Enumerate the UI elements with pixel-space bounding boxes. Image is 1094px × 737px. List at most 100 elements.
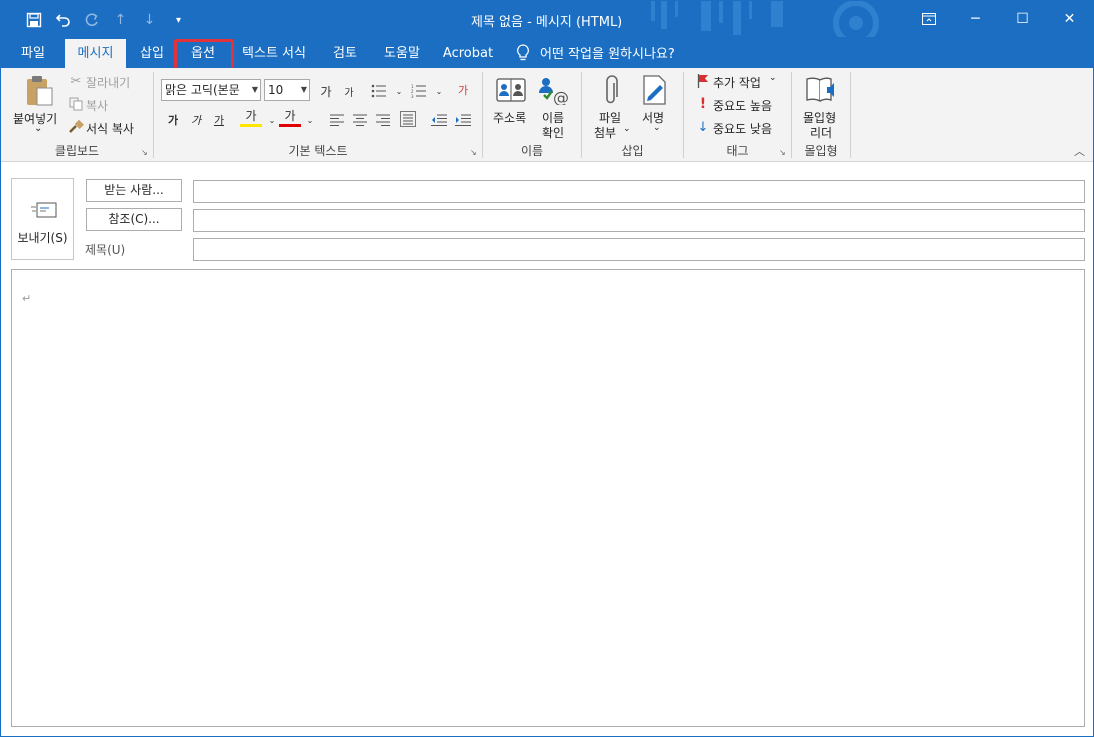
clipboard-launcher-icon[interactable]: ↘ bbox=[141, 148, 151, 158]
tags-launcher-icon[interactable]: ↘ bbox=[779, 148, 789, 158]
follow-up-button[interactable]: 추가 작업 bbox=[713, 74, 761, 91]
title-bar: ↑ ↓ ▾ 제목 없음 - 메시지 (HTML) ─ ☐ ✕ bbox=[1, 1, 1093, 46]
format-painter-button[interactable]: 서식 복사 bbox=[86, 120, 134, 137]
tab-message[interactable]: 메시지 bbox=[65, 39, 126, 68]
font-size-combo[interactable]: 10 ▼ bbox=[264, 79, 310, 101]
increase-indent-icon[interactable] bbox=[452, 109, 474, 131]
attach-dropdown-icon[interactable]: ⌄ bbox=[623, 124, 631, 134]
group-basic-text: 맑은 고딕(본문 ▼ 10 ▼ 가 가 ⌄ 123 ⌄ 가 가 가 가 가 ⌄ … bbox=[154, 68, 482, 162]
send-label: 보내기(S) bbox=[17, 231, 68, 245]
copy-icon bbox=[68, 96, 84, 112]
check-names-icon: @ bbox=[537, 74, 569, 106]
subject-label: 제목(U) bbox=[85, 243, 126, 257]
grow-font-button[interactable]: 가 bbox=[315, 80, 337, 102]
high-importance-icon: ! bbox=[699, 96, 707, 112]
collapse-ribbon-icon[interactable]: ︿ bbox=[1074, 143, 1085, 159]
low-importance-button[interactable]: 중요도 낮음 bbox=[713, 120, 772, 137]
group-separator bbox=[850, 72, 851, 158]
numbering-dropdown-icon[interactable]: ⌄ bbox=[428, 80, 450, 102]
minimize-button[interactable]: ─ bbox=[952, 1, 999, 37]
attach-file-button-line2[interactable]: 첨부 bbox=[594, 124, 616, 141]
group-names: 주소록 @ 이름 확인 이름 bbox=[483, 68, 581, 162]
format-painter-icon bbox=[68, 119, 84, 135]
immersive-reader-button-line2[interactable]: 리더 bbox=[810, 124, 832, 141]
tell-me-box[interactable]: 어떤 작업을 원하시나요? bbox=[516, 37, 675, 68]
undo-icon[interactable] bbox=[48, 9, 77, 31]
cut-button[interactable]: 잘라내기 bbox=[86, 74, 130, 91]
tell-me-text: 어떤 작업을 원하시나요? bbox=[540, 47, 675, 62]
font-size-value: 10 bbox=[268, 83, 284, 97]
paste-icon[interactable] bbox=[21, 74, 57, 108]
save-icon[interactable] bbox=[19, 9, 48, 31]
close-button[interactable]: ✕ bbox=[1046, 1, 1093, 37]
group-label-basic-text: 기본 텍스트 bbox=[288, 144, 348, 158]
underline-button[interactable]: 가 bbox=[208, 109, 230, 131]
tab-file[interactable]: 파일 bbox=[9, 39, 57, 68]
ribbon-message: 붙여넣기 ⌄ ✂ 잘라내기 복사 서식 복사 클립보드 ↘ 맑은 고딕(본문 ▼… bbox=[1, 68, 1093, 162]
window-controls: ─ ☐ ✕ bbox=[905, 1, 1093, 37]
align-right-icon[interactable] bbox=[372, 109, 394, 131]
svg-text:3: 3 bbox=[411, 94, 414, 98]
highlight-color-button[interactable]: 가 bbox=[240, 107, 262, 127]
high-importance-button[interactable]: 중요도 높음 bbox=[713, 97, 772, 114]
send-button[interactable]: 보내기(S) bbox=[11, 178, 74, 260]
group-clipboard: 붙여넣기 ⌄ ✂ 잘라내기 복사 서식 복사 클립보드 ↘ bbox=[1, 68, 153, 162]
customize-qat-icon[interactable]: ▾ bbox=[164, 9, 193, 31]
italic-button[interactable]: 가 bbox=[185, 109, 207, 131]
maximize-button[interactable]: ☐ bbox=[999, 1, 1046, 37]
to-button[interactable]: 받는 사람... bbox=[86, 179, 182, 202]
shrink-font-button[interactable]: 가 bbox=[338, 80, 360, 102]
subject-field[interactable] bbox=[193, 238, 1085, 261]
address-book-icon bbox=[495, 75, 527, 105]
follow-up-dropdown-icon[interactable]: ⌄ bbox=[769, 73, 777, 83]
signature-icon bbox=[640, 74, 670, 106]
basic-text-launcher-icon[interactable]: ↘ bbox=[470, 148, 480, 158]
redo-icon[interactable] bbox=[77, 9, 106, 31]
decrease-indent-icon[interactable] bbox=[428, 109, 450, 131]
immersive-reader-icon bbox=[804, 75, 838, 105]
paragraph-mark: ↵ bbox=[22, 292, 32, 305]
clear-formatting-button[interactable]: 가 bbox=[452, 79, 474, 101]
chevron-down-icon: ▼ bbox=[251, 85, 258, 94]
group-label-clipboard: 클립보드 bbox=[54, 144, 100, 158]
address-book-button[interactable]: 주소록 bbox=[493, 109, 526, 126]
group-immersive: 몰입형 리더 몰입형 bbox=[792, 68, 850, 162]
copy-button[interactable]: 복사 bbox=[86, 97, 108, 114]
low-importance-icon: ↓ bbox=[697, 119, 709, 135]
paste-dropdown[interactable]: ⌄ bbox=[34, 123, 42, 134]
bullets-icon[interactable] bbox=[368, 80, 390, 102]
outlook-message-window: ↑ ↓ ▾ 제목 없음 - 메시지 (HTML) ─ ☐ ✕ 파일 메시지 삽입… bbox=[0, 0, 1094, 737]
numbering-icon[interactable]: 123 bbox=[408, 80, 430, 102]
font-name-combo[interactable]: 맑은 고딕(본문 ▼ bbox=[161, 79, 261, 101]
tab-help[interactable]: 도움말 bbox=[375, 39, 429, 68]
align-left-icon[interactable] bbox=[326, 109, 348, 131]
chevron-down-icon: ▼ bbox=[300, 85, 307, 94]
tab-acrobat[interactable]: Acrobat bbox=[439, 39, 497, 68]
previous-item-icon[interactable]: ↑ bbox=[106, 9, 135, 31]
cc-button[interactable]: 참조(C)... bbox=[86, 208, 182, 231]
tab-review[interactable]: 검토 bbox=[324, 39, 366, 68]
bold-button[interactable]: 가 bbox=[162, 109, 184, 131]
tab-options[interactable]: 옵션 bbox=[181, 39, 225, 68]
group-label-insert: 삽입 bbox=[621, 144, 644, 158]
ribbon-display-options-icon[interactable] bbox=[905, 1, 952, 37]
group-insert: 파일 첨부 ⌄ 서명 ⌄ 삽입 bbox=[582, 68, 683, 162]
message-body[interactable]: ↵ bbox=[11, 269, 1085, 727]
justify-icon[interactable] bbox=[397, 108, 419, 130]
check-names-button-line2[interactable]: 확인 bbox=[542, 124, 564, 141]
send-envelope-icon bbox=[30, 199, 58, 221]
cc-field[interactable] bbox=[193, 209, 1085, 232]
group-label-tags: 태그 bbox=[726, 144, 749, 158]
window-title: 제목 없음 - 메시지 (HTML) bbox=[471, 15, 623, 30]
next-item-icon[interactable]: ↓ bbox=[135, 9, 164, 31]
font-color-button[interactable]: 가 bbox=[279, 107, 301, 127]
tab-insert[interactable]: 삽입 bbox=[131, 39, 173, 68]
group-label-immersive: 몰입형 bbox=[804, 144, 838, 158]
align-center-icon[interactable] bbox=[349, 109, 371, 131]
signature-dropdown-icon[interactable]: ⌄ bbox=[653, 123, 661, 133]
quick-access-toolbar: ↑ ↓ ▾ bbox=[19, 9, 193, 31]
bullets-dropdown-icon[interactable]: ⌄ bbox=[388, 80, 410, 102]
tab-format-text[interactable]: 텍스트 서식 bbox=[234, 39, 314, 68]
to-field[interactable] bbox=[193, 180, 1085, 203]
font-color-dropdown-icon[interactable]: ⌄ bbox=[299, 109, 321, 131]
